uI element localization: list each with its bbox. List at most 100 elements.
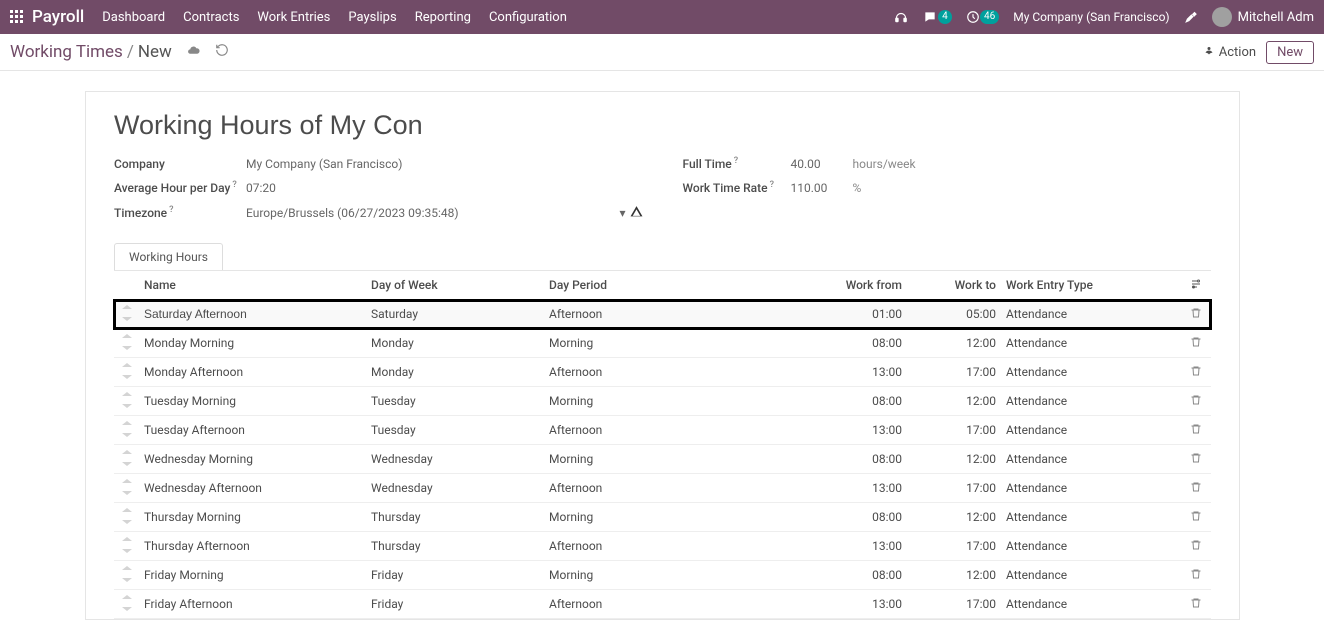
drag-handle-icon[interactable] [114,479,140,498]
drag-handle-icon[interactable] [114,305,140,324]
header-type[interactable]: Work Entry Type [1002,278,1181,292]
avg-hour-label: Average Hour per Day [114,181,246,195]
delete-row-icon[interactable] [1181,336,1211,351]
row-from: 13:00 [781,365,912,379]
timezone-value[interactable]: Europe/Brussels (06/27/2023 09:35:48) [246,206,459,220]
row-from: 08:00 [781,452,912,466]
columns-options-icon[interactable] [1181,278,1211,293]
record-title-input[interactable] [114,110,424,141]
row-day: Wednesday [371,452,549,466]
drag-handle-icon[interactable] [114,508,140,527]
row-type: Attendance [1002,597,1181,611]
nav-link-work-entries[interactable]: Work Entries [257,10,330,25]
user-menu[interactable]: Mitchell Adm [1212,7,1314,27]
row-type: Attendance [1002,365,1181,379]
delete-row-icon[interactable] [1181,394,1211,409]
nav-link-configuration[interactable]: Configuration [489,10,567,25]
row-to: 17:00 [912,365,1002,379]
delete-row-icon[interactable] [1181,365,1211,380]
drag-handle-icon[interactable] [114,566,140,585]
table-row[interactable]: Monday AfternoonMondayAfternoon13:0017:0… [114,358,1211,387]
header-name[interactable]: Name [140,278,371,292]
tools-icon[interactable] [1184,10,1198,24]
discard-icon[interactable] [215,42,229,62]
nav-link-reporting[interactable]: Reporting [415,10,471,25]
nav-link-payslips[interactable]: Payslips [348,10,396,25]
nav-links: Dashboard Contracts Work Entries Payslips Re… [102,10,567,25]
fulltime-unit: hours/week [853,157,916,171]
nav-link-dashboard[interactable]: Dashboard [102,10,165,25]
row-day: Wednesday [371,481,549,495]
row-type: Attendance [1002,394,1181,408]
delete-row-icon[interactable] [1181,568,1211,583]
drag-handle-icon[interactable] [114,392,140,411]
breadcrumb-current: New [138,42,172,62]
company-label: Company [114,157,246,171]
table-row[interactable]: Wednesday AfternoonWednesdayAfternoon13:… [114,474,1211,503]
messages-icon[interactable]: 4 [922,10,952,24]
delete-row-icon[interactable] [1181,452,1211,467]
row-name-input[interactable] [144,307,371,321]
header-to[interactable]: Work to [912,278,1002,292]
table-row[interactable]: Thursday MorningThursdayMorning08:0012:0… [114,503,1211,532]
row-period: Morning [549,336,781,350]
header-day[interactable]: Day of Week [371,278,549,292]
control-row: Working Times / New Action New [0,34,1324,71]
table-row[interactable]: Monday MorningMondayMorning08:0012:00Att… [114,329,1211,358]
new-button[interactable]: New [1266,41,1314,64]
header-from[interactable]: Work from [781,278,912,292]
rate-value[interactable]: 110.00 [791,181,847,195]
chevron-down-icon[interactable]: ▾ [619,206,625,220]
company-value[interactable]: My Company (San Francisco) [246,157,402,171]
company-switcher[interactable]: My Company (San Francisco) [1013,10,1169,24]
drag-handle-icon[interactable] [114,421,140,440]
action-button[interactable]: Action [1203,45,1256,60]
row-name: Thursday Morning [144,510,241,524]
table-row[interactable]: Tuesday AfternoonTuesdayAfternoon13:0017… [114,416,1211,445]
row-period: Afternoon [549,597,781,611]
rate-label: Work Time Rate [683,181,791,195]
table-row[interactable]: Tuesday MorningTuesdayMorning08:0012:00A… [114,387,1211,416]
row-from: 08:00 [781,568,912,582]
row-type: Attendance [1002,510,1181,524]
save-cloud-icon[interactable] [186,42,201,62]
delete-row-icon[interactable] [1181,423,1211,438]
table-row[interactable]: SaturdayAfternoon01:0005:00Attendance [114,300,1211,329]
nav-link-contracts[interactable]: Contracts [183,10,239,25]
row-period: Morning [549,510,781,524]
fulltime-value[interactable]: 40.00 [791,157,847,171]
table-row[interactable]: Friday AfternoonFridayAfternoon13:0017:0… [114,590,1211,619]
drag-handle-icon[interactable] [114,363,140,382]
grid-header: Name Day of Week Day Period Work from Wo… [114,271,1211,300]
row-name: Monday Morning [144,336,234,350]
support-icon[interactable] [894,10,908,24]
apps-icon[interactable] [10,10,24,24]
delete-row-icon[interactable] [1181,307,1211,322]
row-to: 05:00 [912,307,1002,321]
table-row[interactable]: Wednesday MorningWednesdayMorning08:0012… [114,445,1211,474]
delete-row-icon[interactable] [1181,597,1211,612]
activities-icon[interactable]: 46 [966,10,999,24]
avg-hour-value[interactable]: 07:20 [246,181,276,195]
header-period[interactable]: Day Period [549,278,781,292]
delete-row-icon[interactable] [1181,510,1211,525]
drag-handle-icon[interactable] [114,595,140,614]
row-to: 12:00 [912,394,1002,408]
row-to: 12:00 [912,336,1002,350]
brand-label[interactable]: Payroll [32,7,84,27]
row-to: 12:00 [912,568,1002,582]
breadcrumb-root[interactable]: Working Times [10,42,123,62]
row-name: Wednesday Afternoon [144,481,262,495]
row-to: 12:00 [912,452,1002,466]
drag-handle-icon[interactable] [114,334,140,353]
row-name: Friday Morning [144,568,224,582]
table-row[interactable]: Friday MorningFridayMorning08:0012:00Att… [114,561,1211,590]
drag-handle-icon[interactable] [114,450,140,469]
tab-working-hours[interactable]: Working Hours [114,243,223,270]
delete-row-icon[interactable] [1181,481,1211,496]
row-from: 13:00 [781,481,912,495]
row-period: Afternoon [549,365,781,379]
drag-handle-icon[interactable] [114,537,140,556]
delete-row-icon[interactable] [1181,539,1211,554]
table-row[interactable]: Thursday AfternoonThursdayAfternoon13:00… [114,532,1211,561]
